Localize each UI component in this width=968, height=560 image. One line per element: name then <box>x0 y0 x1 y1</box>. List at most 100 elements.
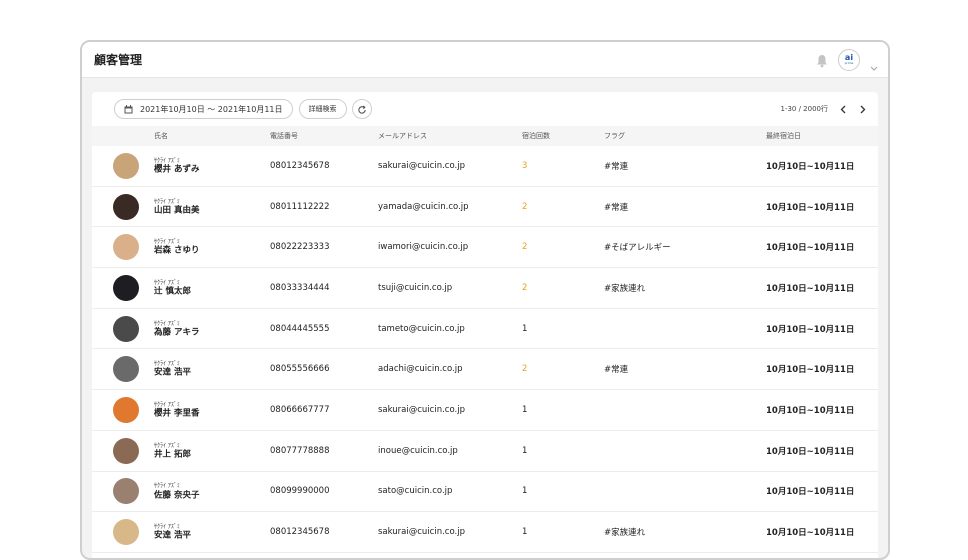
last-stay-cell: 10月10日~10月11日 <box>766 283 855 294</box>
stays-cell: 2 <box>522 364 528 375</box>
window-header: 顧客管理 ai prime <box>82 42 888 78</box>
email-cell: iwamori@cuicin.co.jp <box>378 242 469 253</box>
email-cell: sato@cuicin.co.jp <box>378 486 453 497</box>
customer-name[interactable]: ｻｸﾗｲ ｱｽﾞﾐ 櫻井 あずみ <box>154 157 199 174</box>
phone-cell: 08066667777 <box>270 404 330 415</box>
customer-name[interactable]: ｻｸﾗｲ ｱｽﾞﾐ 佐藤 奈央子 <box>154 483 199 500</box>
last-stay-cell: 10月10日~10月11日 <box>766 528 855 539</box>
pagination: 1-30 / 2000行 <box>780 104 868 114</box>
customer-name[interactable]: ｻｸﾗｲ ｱｽﾞﾐ辻 慎太郎 <box>154 279 191 296</box>
stays-cell: 2 <box>522 282 528 293</box>
email-cell: sakurai@cuicin.co.jp <box>378 404 465 415</box>
table-row[interactable]: ｻｸﾗｲ ｱｽﾞﾐ 為藤 アキラ 08044445555 tameto@cuicin.… <box>92 309 878 350</box>
stays-cell: 2 <box>522 242 528 253</box>
column-flag[interactable]: フラグ <box>604 131 625 141</box>
email-cell: sakurai@cuicin.co.jp <box>378 160 465 171</box>
table-body: ｻｸﾗｲ ｱｽﾞﾐ 櫻井 あずみ 08012345678 sakurai@cuicin… <box>92 146 878 553</box>
flag-cell: #常連 <box>604 161 629 172</box>
stays-cell: 1 <box>522 445 528 456</box>
phone-cell: 08033334444 <box>270 282 330 293</box>
table-row[interactable]: ｻｸﾗｲ ｱｽﾞﾐ 井上 拓郎 08077778888 inoue@cuicin.co… <box>92 431 878 472</box>
avatar <box>113 234 139 261</box>
table-row[interactable]: ｻｸﾗｲ ｱｽﾞﾐ 安達 浩平 08012345678 sakurai@cuicin.… <box>92 512 878 553</box>
toolbar: 2021年10月10日 ～ 2021年10月11日 詳細検索 1-30 / 20… <box>92 92 878 126</box>
table-row[interactable]: ｻｸﾗｲ ｱｽﾞﾐ 岩森 さゆり 08022223333 iwamori@cuicin… <box>92 227 878 269</box>
detail-search-button[interactable]: 詳細検索 <box>298 99 347 119</box>
customer-name[interactable]: ｻｸﾗｲ ｱｽﾞﾐ 安達 浩平 <box>154 361 191 378</box>
name-full: 安達 浩平 <box>154 530 191 541</box>
flag-cell: #常連 <box>604 365 629 376</box>
app-window: 顧客管理 ai prime 2021年10月10日 ～ 2021年10月11日 … <box>80 40 890 560</box>
stays-cell: 2 <box>522 201 528 212</box>
table-row[interactable]: ｻｸﾗｲ ｱｽﾞﾐ 山田 真由美 08011112222 yamada@cuicin.… <box>92 187 878 228</box>
column-email[interactable]: メールアドレス <box>378 131 427 141</box>
last-stay-cell: 10月10日~10月11日 <box>766 324 855 335</box>
last-stay-cell: 10月10日~10月11日 <box>766 405 855 416</box>
calendar-icon <box>124 104 133 114</box>
avatar <box>113 152 139 179</box>
phone-cell: 08055556666 <box>270 364 330 375</box>
avatar <box>113 356 139 383</box>
flag-cell: #家族連れ <box>604 528 646 539</box>
page-title: 顧客管理 <box>94 53 143 67</box>
avatar <box>113 437 139 464</box>
column-stays[interactable]: 宿泊回数 <box>522 131 550 141</box>
name-full: 櫻井 あずみ <box>154 164 200 175</box>
date-range-text: 2021年10月10日 ～ 2021年10月11日 <box>140 104 283 114</box>
stays-cell: 1 <box>522 404 528 415</box>
customer-name[interactable]: ｻｸﾗｲ ｱｽﾞﾐ 櫻井 李里香 <box>154 401 199 418</box>
table-row[interactable]: ｻｸﾗｲ ｱｽﾞﾐ 佐藤 奈央子 08099990000 sato@cuicin.co… <box>92 472 878 513</box>
stays-cell: 1 <box>522 486 528 497</box>
email-cell: adachi@cuicin.co.jp <box>378 364 463 375</box>
email-cell: tsuji@cuicin.co.jp <box>378 282 453 293</box>
table-row[interactable]: ｻｸﾗｲ ｱｽﾞﾐ辻 慎太郎 08033334444 tsuji@cuicin.co… <box>92 268 878 309</box>
flag-cell: #そばアレルギー <box>604 243 671 254</box>
last-stay-cell: 10月10日~10月11日 <box>766 243 855 254</box>
customer-name[interactable]: ｻｸﾗｲ ｱｽﾞﾐ 為藤 アキラ <box>154 320 199 337</box>
email-cell: inoue@cuicin.co.jp <box>378 445 458 456</box>
last-stay-cell: 10月10日~10月11日 <box>766 487 855 498</box>
column-name[interactable]: 氏名 <box>154 131 168 141</box>
customer-name[interactable]: ｻｸﾗｲ ｱｽﾞﾐ 岩森 さゆり <box>154 239 199 256</box>
customer-name[interactable]: ｻｸﾗｲ ｱｽﾞﾐ 井上 拓郎 <box>154 442 191 459</box>
name-full: 安達 浩平 <box>154 367 191 378</box>
name-full: 岩森 さゆり <box>154 245 200 256</box>
column-phone[interactable]: 電話番号 <box>270 131 298 141</box>
refresh-button[interactable] <box>351 99 372 119</box>
bell-icon[interactable] <box>816 53 828 67</box>
customer-name[interactable]: ｻｸﾗｲ ｱｽﾞﾐ 安達 浩平 <box>154 523 191 540</box>
chevron-right-icon[interactable] <box>858 104 868 114</box>
name-full: 辻 慎太郎 <box>154 286 191 297</box>
phone-cell: 08077778888 <box>270 445 330 456</box>
header-actions: ai prime <box>816 48 878 71</box>
refresh-icon <box>357 100 367 119</box>
email-cell: sakurai@cuicin.co.jp <box>378 527 465 538</box>
avatar <box>113 315 139 342</box>
avatar <box>113 193 139 220</box>
avatar <box>113 519 139 546</box>
phone-cell: 08012345678 <box>270 527 330 538</box>
name-full: 山田 真由美 <box>154 205 200 216</box>
name-full: 為藤 アキラ <box>154 327 200 338</box>
last-stay-cell: 10月10日~10月11日 <box>766 365 855 376</box>
customer-name[interactable]: ｻｸﾗｲ ｱｽﾞﾐ 山田 真由美 <box>154 198 199 215</box>
last-stay-cell: 10月10日~10月11日 <box>766 446 855 457</box>
chevron-down-icon[interactable] <box>870 57 878 71</box>
stays-cell: 1 <box>522 323 528 334</box>
name-full: 櫻井 李里香 <box>154 408 200 419</box>
avatar <box>113 478 139 505</box>
phone-cell: 08099990000 <box>270 486 330 497</box>
pagination-text: 1-30 / 2000行 <box>780 105 828 113</box>
customer-panel: 2021年10月10日 ～ 2021年10月11日 詳細検索 1-30 / 20… <box>92 92 878 558</box>
account-avatar[interactable]: ai prime <box>838 48 860 71</box>
email-cell: yamada@cuicin.co.jp <box>378 201 469 212</box>
table-row[interactable]: ｻｸﾗｲ ｱｽﾞﾐ 安達 浩平 08055556666 adachi@cuicin.c… <box>92 349 878 391</box>
avatar <box>113 274 139 301</box>
table-row[interactable]: ｻｸﾗｲ ｱｽﾞﾐ 櫻井 あずみ 08012345678 sakurai@cuicin… <box>92 146 878 187</box>
column-last-stay[interactable]: 最終宿泊日 <box>766 131 801 141</box>
table-row[interactable]: ｻｸﾗｲ ｱｽﾞﾐ 櫻井 李里香 08066667777 sakurai@cuicin… <box>92 390 878 431</box>
date-range-picker[interactable]: 2021年10月10日 ～ 2021年10月11日 <box>114 99 293 119</box>
flag-cell: #家族連れ <box>604 283 646 294</box>
avatar <box>113 396 139 423</box>
chevron-left-icon[interactable] <box>838 104 848 114</box>
